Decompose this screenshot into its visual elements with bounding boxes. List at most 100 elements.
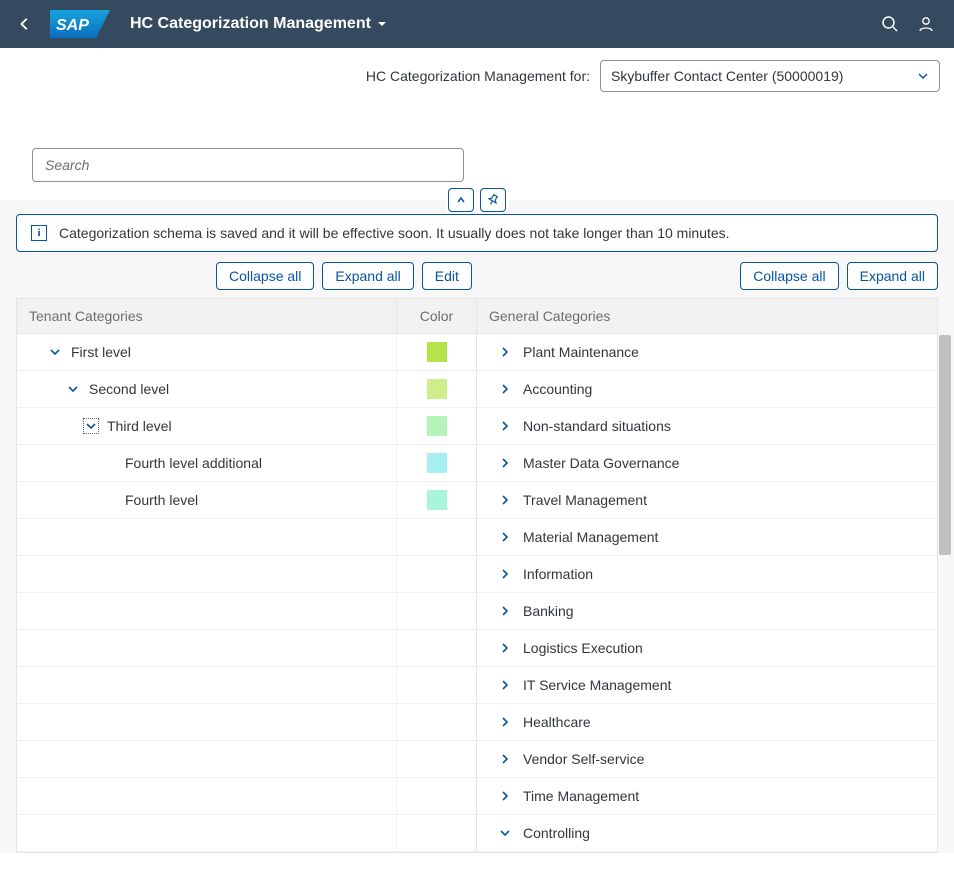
- general-category-label: Master Data Governance: [523, 455, 679, 471]
- general-category-row[interactable]: Logistics Execution: [477, 630, 937, 667]
- empty-row: [17, 704, 476, 741]
- edit-button[interactable]: Edit: [422, 262, 472, 290]
- user-button[interactable]: [908, 6, 944, 42]
- chevron-down-icon[interactable]: [47, 344, 63, 360]
- pin-panel-button[interactable]: [480, 188, 506, 212]
- sap-logo: SAP: [50, 10, 110, 38]
- general-category-label: IT Service Management: [523, 677, 671, 693]
- general-category-row[interactable]: IT Service Management: [477, 667, 937, 704]
- general-category-row[interactable]: Vendor Self-service: [477, 741, 937, 778]
- chevron-down-icon: [917, 70, 929, 82]
- general-category-row[interactable]: Plant Maintenance: [477, 334, 937, 371]
- tenant-category-row[interactable]: Third level: [17, 408, 476, 445]
- collapse-all-left-button[interactable]: Collapse all: [216, 262, 314, 290]
- search-input[interactable]: [32, 148, 464, 182]
- chevron-right-icon[interactable]: [497, 529, 513, 545]
- chevron-down-icon[interactable]: [83, 418, 99, 434]
- general-categories-panel: General Categories Plant Maintenance Acco…: [477, 299, 937, 852]
- category-columns: Tenant Categories Color First level Seco…: [16, 298, 938, 853]
- tenant-category-label: Third level: [107, 418, 172, 434]
- search-icon: [881, 15, 899, 33]
- empty-row: [17, 519, 476, 556]
- empty-row: [17, 815, 476, 852]
- empty-row: [17, 741, 476, 778]
- general-category-label: Healthcare: [523, 714, 591, 730]
- general-category-label: Accounting: [523, 381, 592, 397]
- context-label: HC Categorization Management for:: [366, 68, 590, 84]
- expand-all-right-button[interactable]: Expand all: [847, 262, 938, 290]
- chevron-right-icon[interactable]: [497, 714, 513, 730]
- actions-row: Collapse all Expand all Edit Collapse al…: [16, 252, 938, 298]
- page-title-text: HC Categorization Management: [130, 15, 371, 33]
- general-categories-header: General Categories: [477, 299, 937, 333]
- tenant-categories-header: Tenant Categories: [17, 299, 396, 333]
- context-bar: HC Categorization Management for: Skybuf…: [0, 48, 954, 98]
- chevron-right-icon[interactable]: [497, 381, 513, 397]
- search-button[interactable]: [872, 6, 908, 42]
- color-header: Color: [396, 299, 476, 333]
- general-category-row[interactable]: Master Data Governance: [477, 445, 937, 482]
- tenant-select[interactable]: Skybuffer Contact Center (50000019): [600, 60, 940, 92]
- general-category-row[interactable]: Accounting: [477, 371, 937, 408]
- collapse-all-right-button[interactable]: Collapse all: [740, 262, 838, 290]
- tenant-category-row[interactable]: Fourth level: [17, 482, 476, 519]
- chevron-right-icon[interactable]: [497, 603, 513, 619]
- user-icon: [917, 15, 935, 33]
- tenant-select-value: Skybuffer Contact Center (50000019): [611, 68, 843, 84]
- chevron-right-icon[interactable]: [497, 492, 513, 508]
- tenant-categories-panel: Tenant Categories Color First level Seco…: [17, 299, 477, 852]
- tenant-category-row[interactable]: Second level: [17, 371, 476, 408]
- info-message: i Categorization schema is saved and it …: [16, 214, 938, 252]
- general-category-label: Information: [523, 566, 593, 582]
- page-title-dropdown[interactable]: HC Categorization Management: [130, 15, 387, 33]
- general-category-row[interactable]: Non-standard situations: [477, 408, 937, 445]
- svg-text:SAP: SAP: [56, 17, 89, 34]
- chevron-right-icon[interactable]: [497, 640, 513, 656]
- chevron-right-icon[interactable]: [497, 455, 513, 471]
- general-category-row[interactable]: Travel Management: [477, 482, 937, 519]
- app-header: SAP HC Categorization Management: [0, 0, 954, 48]
- general-category-row[interactable]: Healthcare: [477, 704, 937, 741]
- info-text: Categorization schema is saved and it wi…: [59, 225, 730, 241]
- empty-row: [17, 556, 476, 593]
- color-swatch: [427, 342, 447, 362]
- chevron-down-icon[interactable]: [497, 825, 513, 841]
- general-category-row[interactable]: Time Management: [477, 778, 937, 815]
- empty-row: [17, 593, 476, 630]
- general-category-label: Banking: [523, 603, 574, 619]
- tenant-category-label: First level: [71, 344, 131, 360]
- tenant-category-label: Fourth level additional: [125, 455, 262, 471]
- color-swatch: [427, 453, 447, 473]
- chevron-right-icon[interactable]: [497, 418, 513, 434]
- back-button[interactable]: [10, 17, 40, 31]
- chevron-right-icon[interactable]: [497, 677, 513, 693]
- chevron-right-icon[interactable]: [497, 344, 513, 360]
- general-category-label: Logistics Execution: [523, 640, 643, 656]
- info-icon: i: [31, 225, 47, 241]
- general-category-label: Plant Maintenance: [523, 344, 639, 360]
- general-category-label: Vendor Self-service: [523, 751, 644, 767]
- general-category-row[interactable]: Banking: [477, 593, 937, 630]
- chevron-right-icon[interactable]: [497, 788, 513, 804]
- general-category-label: Non-standard situations: [523, 418, 671, 434]
- main-area: i Categorization schema is saved and it …: [0, 200, 954, 853]
- general-category-row[interactable]: Material Management: [477, 519, 937, 556]
- chevron-right-icon[interactable]: [497, 566, 513, 582]
- color-swatch: [427, 490, 447, 510]
- general-category-row[interactable]: Controlling: [477, 815, 937, 852]
- collapse-panel-button[interactable]: [448, 188, 474, 212]
- scrollbar[interactable]: [939, 335, 951, 555]
- empty-row: [17, 667, 476, 704]
- empty-row: [17, 630, 476, 667]
- chevron-left-icon: [18, 17, 32, 31]
- chevron-up-icon: [456, 195, 466, 205]
- general-category-label: Controlling: [523, 825, 590, 841]
- chevron-down-icon[interactable]: [65, 381, 81, 397]
- tenant-category-row[interactable]: Fourth level additional: [17, 445, 476, 482]
- chevron-right-icon[interactable]: [497, 751, 513, 767]
- empty-row: [17, 778, 476, 815]
- expand-all-left-button[interactable]: Expand all: [322, 262, 413, 290]
- general-category-row[interactable]: Information: [477, 556, 937, 593]
- color-swatch: [427, 416, 447, 436]
- tenant-category-row[interactable]: First level: [17, 334, 476, 371]
